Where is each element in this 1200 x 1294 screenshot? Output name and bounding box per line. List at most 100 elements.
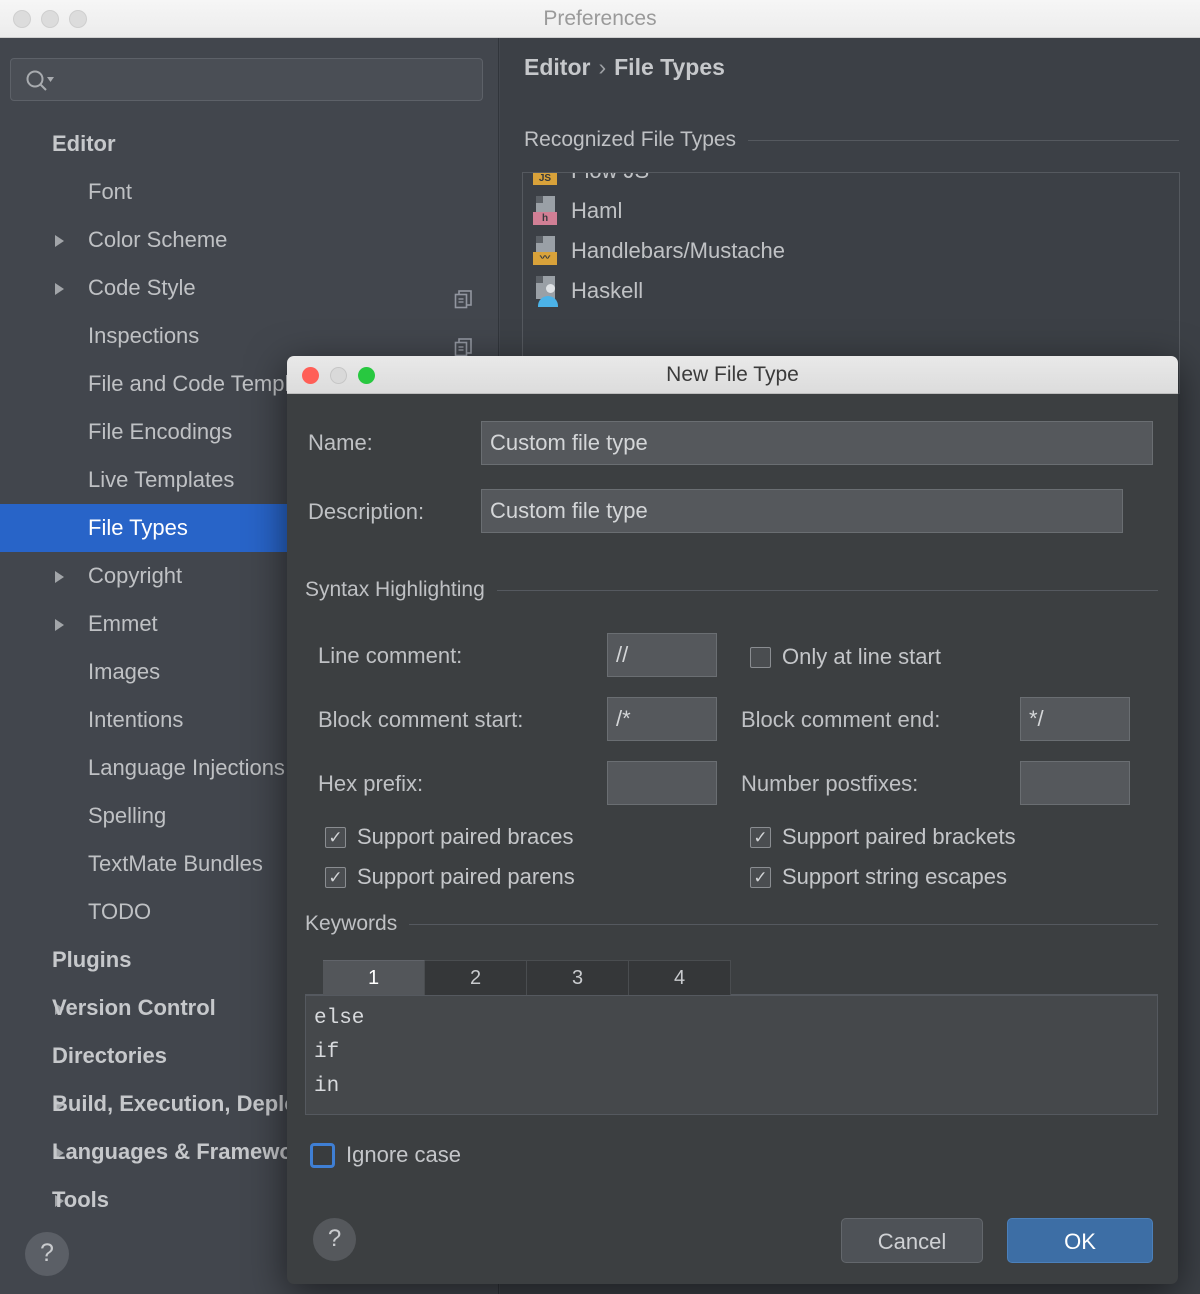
file-type-row[interactable]: Haskell [523, 271, 1180, 311]
file-type-icon-handlebars: 〰 [533, 236, 559, 266]
line-comment-field[interactable]: // [607, 633, 717, 677]
sidebar-item-color-scheme[interactable]: Color Scheme [0, 216, 499, 264]
support-paired-braces-checkbox[interactable]: ✓ Support paired braces [325, 824, 573, 850]
sidebar-item-editor[interactable]: Editor [0, 120, 499, 168]
sidebar-item-label: TODO [88, 888, 151, 936]
syntax-divider [497, 590, 1158, 591]
breadcrumb-separator-icon: › [590, 54, 614, 80]
sidebar-item-label: Font [88, 168, 132, 216]
file-type-row[interactable]: JS Flow JS [523, 172, 1180, 191]
search-icon [25, 69, 55, 91]
description-label: Description: [308, 499, 424, 525]
keyword-tab-3[interactable]: 3 [527, 960, 629, 995]
header-divider [748, 140, 1179, 141]
sidebar-item-label: Images [88, 648, 160, 696]
checkbox-box: ✓ [750, 827, 771, 848]
expand-arrow-icon[interactable] [55, 619, 64, 631]
sidebar-item-label: Live Templates [88, 456, 234, 504]
preferences-titlebar: Preferences [0, 0, 1200, 38]
number-postfixes-label: Number postfixes: [741, 771, 918, 797]
keyword-tab-2[interactable]: 2 [425, 960, 527, 995]
syntax-highlighting-label: Syntax Highlighting [305, 578, 485, 602]
block-comment-start-field[interactable]: /* [607, 697, 717, 741]
sidebar-item-code-style[interactable]: Code Style [0, 264, 499, 312]
sidebar-item-label: Color Scheme [88, 216, 227, 264]
sidebar-item-label: Code Style [88, 264, 196, 312]
dialog-title: New File Type [287, 356, 1178, 394]
hex-prefix-field[interactable] [607, 761, 717, 805]
description-field[interactable]: Custom file type [481, 489, 1123, 533]
support-paired-parens-checkbox[interactable]: ✓ Support paired parens [325, 864, 575, 890]
help-button[interactable]: ? [25, 1232, 69, 1276]
file-type-label: Haml [571, 198, 622, 224]
cancel-button[interactable]: Cancel [841, 1218, 983, 1263]
block-comment-end-label: Block comment end: [741, 707, 940, 733]
expand-arrow-icon[interactable] [55, 283, 64, 295]
line-comment-label: Line comment: [318, 643, 462, 669]
sidebar-item-label: Emmet [88, 600, 158, 648]
keyword-tab-4[interactable]: 4 [629, 960, 731, 995]
file-type-rows: JS Flow JS h Haml 〰 Handlebars/Mustache Haskel… [523, 172, 1180, 311]
checkbox-box [310, 1143, 335, 1168]
file-type-icon-haml: h [533, 196, 559, 226]
keyword-tabs: 1234 [305, 960, 1158, 995]
dialog-titlebar: New File Type [287, 356, 1178, 394]
support-paired-brackets-label: Support paired brackets [782, 824, 1016, 850]
file-type-label: Flow JS [571, 172, 649, 184]
checkbox-box [750, 647, 771, 668]
keyword-tabs-trailing-space [731, 960, 1158, 994]
only-at-line-start-checkbox[interactable]: Only at line start [750, 644, 941, 670]
sidebar-item-label: Directories [52, 1032, 167, 1080]
sidebar-item-font[interactable]: Font [0, 168, 499, 216]
recognized-file-types-header: Recognized File Types [524, 128, 1179, 152]
file-type-label: Handlebars/Mustache [571, 238, 785, 264]
file-type-row[interactable]: h Haml [523, 191, 1180, 231]
checkbox-box: ✓ [325, 827, 346, 848]
breadcrumb-root[interactable]: Editor [524, 54, 590, 80]
support-paired-parens-label: Support paired parens [357, 864, 575, 890]
file-type-icon-flow-js: JS [533, 172, 559, 186]
ok-button[interactable]: OK [1007, 1218, 1153, 1263]
sidebar-item-label: TextMate Bundles [88, 840, 263, 888]
ignore-case-label: Ignore case [346, 1142, 461, 1168]
keyword-tab-1[interactable]: 1 [323, 960, 425, 995]
checkbox-box: ✓ [750, 867, 771, 888]
sidebar-item-label: File Encodings [88, 408, 232, 456]
hex-prefix-label: Hex prefix: [318, 771, 423, 797]
expand-arrow-icon[interactable] [55, 571, 64, 583]
search-input[interactable] [10, 58, 483, 101]
screen-root: Preferences EditorFontColor SchemeCode S… [0, 0, 1200, 1294]
file-type-label: Haskell [571, 278, 643, 304]
support-string-escapes-label: Support string escapes [782, 864, 1007, 890]
ignore-case-checkbox[interactable]: Ignore case [310, 1142, 461, 1168]
keywords-header: Keywords [305, 912, 1158, 936]
block-comment-end-field[interactable]: */ [1020, 697, 1130, 741]
sidebar-item-label: Spelling [88, 792, 166, 840]
file-type-row[interactable]: 〰 Handlebars/Mustache [523, 231, 1180, 271]
keywords-textarea[interactable]: else if in [305, 995, 1158, 1115]
sidebar-item-label: Version Control [52, 984, 216, 1032]
sidebar-item-label: Plugins [52, 936, 131, 984]
file-type-icon-haskell [533, 276, 559, 306]
support-paired-braces-label: Support paired braces [357, 824, 573, 850]
breadcrumb-current: File Types [614, 54, 725, 80]
sidebar-item-label: Tools [52, 1176, 109, 1224]
only-at-line-start-label: Only at line start [782, 644, 941, 670]
syntax-highlighting-header: Syntax Highlighting [305, 578, 1158, 602]
dialog-help-button[interactable]: ? [313, 1218, 356, 1261]
support-string-escapes-checkbox[interactable]: ✓ Support string escapes [750, 864, 1007, 890]
breadcrumb: Editor›File Types [524, 54, 725, 81]
sidebar-item-inspections[interactable]: Inspections [0, 312, 499, 360]
sidebar-item-label: Editor [52, 120, 116, 168]
sidebar-item-label: Inspections [88, 312, 199, 360]
name-field[interactable]: Custom file type [481, 421, 1153, 465]
sidebar-item-label: Language Injections [88, 744, 285, 792]
sidebar-item-label: Languages & Frameworks [52, 1128, 326, 1176]
keyword-tabs-leading-spacer [305, 960, 323, 994]
checkbox-box: ✓ [325, 867, 346, 888]
expand-arrow-icon[interactable] [55, 235, 64, 247]
number-postfixes-field[interactable] [1020, 761, 1130, 805]
recognized-file-types-label: Recognized File Types [524, 128, 736, 152]
name-label: Name: [308, 430, 373, 456]
support-paired-brackets-checkbox[interactable]: ✓ Support paired brackets [750, 824, 1016, 850]
